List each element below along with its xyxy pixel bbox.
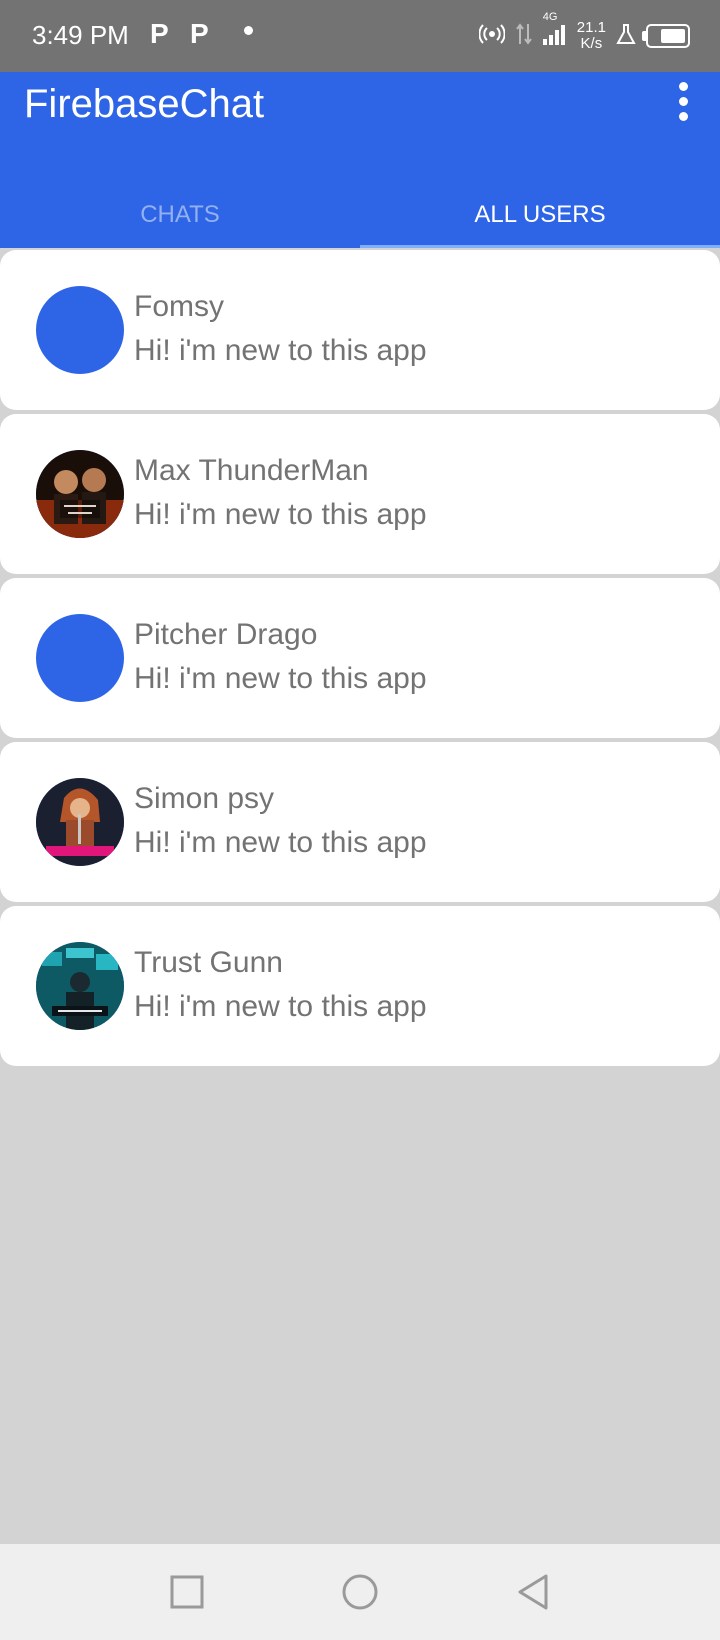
app-bar: FirebaseChat CHATS ALL USERS: [0, 72, 720, 248]
user-status: Hi! i'm new to this app: [134, 826, 427, 859]
user-name: Max ThunderMan: [134, 454, 369, 487]
more-vert-icon[interactable]: [668, 76, 698, 126]
user-list-item[interactable]: Fomsy Hi! i'm new to this app: [0, 250, 720, 410]
user-status: Hi! i'm new to this app: [134, 334, 427, 367]
tab-bar: CHATS ALL USERS: [0, 182, 720, 248]
hotspot-icon: [478, 23, 506, 50]
battery-fill: [661, 29, 685, 43]
user-name: Trust Gunn: [134, 946, 283, 979]
battery-icon: [642, 24, 690, 48]
square-icon[interactable]: [157, 1562, 217, 1622]
signal-icon: 4G: [542, 11, 567, 50]
user-name: Fomsy: [134, 290, 224, 323]
user-list: Fomsy Hi! i'm new to this app Max Thunde…: [0, 250, 720, 1070]
status-bar: 3:49 PM P P 4G 21.1 K/s: [0, 0, 720, 72]
avatar: [36, 942, 124, 1030]
status-time: 3:49 PM: [32, 20, 129, 50]
user-name: Simon psy: [134, 782, 275, 815]
tab-all-users[interactable]: ALL USERS: [360, 182, 720, 248]
network-speed: 21.1 K/s: [577, 20, 606, 52]
speed-unit: K/s: [580, 35, 603, 52]
notification-icon: P: [190, 18, 209, 49]
tab-chats[interactable]: CHATS: [0, 182, 360, 248]
triangle-back-icon[interactable]: [503, 1562, 563, 1622]
speed-value: 21.1: [576, 19, 606, 36]
user-list-item[interactable]: Pitcher Drago Hi! i'm new to this app: [0, 578, 720, 738]
circle-icon[interactable]: [330, 1562, 390, 1622]
avatar: [36, 778, 124, 866]
user-list-item[interactable]: Trust Gunn Hi! i'm new to this app: [0, 906, 720, 1066]
avatar: [36, 614, 124, 702]
user-status: Hi! i'm new to this app: [134, 662, 427, 695]
user-name: Pitcher Drago: [134, 618, 318, 651]
avatar: [36, 286, 124, 374]
app-title: FirebaseChat: [24, 82, 265, 126]
user-list-item[interactable]: Simon psy Hi! i'm new to this app: [0, 742, 720, 902]
user-list-item[interactable]: Max ThunderMan Hi! i'm new to this app: [0, 414, 720, 574]
data-arrows-icon: [515, 22, 533, 51]
notification-icon: P: [150, 18, 169, 49]
user-status: Hi! i'm new to this app: [134, 498, 427, 531]
flask-icon: [616, 23, 636, 50]
system-nav-bar: [0, 1544, 720, 1640]
more-notifications-icon: [244, 26, 253, 35]
avatar: [36, 450, 124, 538]
user-status: Hi! i'm new to this app: [134, 990, 427, 1023]
network-type: 4G: [542, 10, 558, 23]
